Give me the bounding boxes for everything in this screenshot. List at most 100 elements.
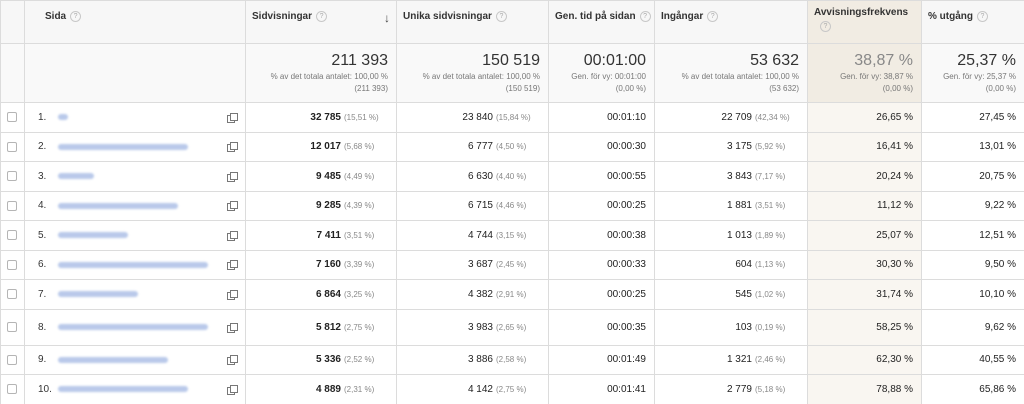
open-in-new-window-icon[interactable] xyxy=(227,171,238,182)
unique-percent: (4,40 %) xyxy=(496,171,527,181)
page-link[interactable] xyxy=(58,291,138,298)
exit-value: 27,45 % xyxy=(979,111,1016,123)
page-link[interactable] xyxy=(58,202,178,209)
row-checkbox[interactable] xyxy=(7,354,17,365)
row-checkbox[interactable] xyxy=(7,230,17,241)
entrances-cell: 22 709 (42,34 %) xyxy=(654,102,808,133)
row-checkbox[interactable] xyxy=(7,171,17,182)
row-checkbox[interactable] xyxy=(7,384,17,395)
row-checkbox[interactable] xyxy=(7,259,17,270)
open-in-new-window-icon[interactable] xyxy=(227,112,238,123)
page-cell: 5. xyxy=(24,220,246,251)
pageviews-percent: (15,51 %) xyxy=(344,112,379,122)
entrances-cell: 545 (1,02 %) xyxy=(654,279,808,310)
unique-cell: 4 142 (2,75 %) xyxy=(396,374,549,404)
unique-cell: 6 630 (4,40 %) xyxy=(396,161,549,192)
row-rank: 5. xyxy=(38,229,47,241)
header-entrances-label: Ingångar xyxy=(661,11,704,23)
bounce-value: 78,88 % xyxy=(876,383,913,395)
row-checkbox-cell[interactable] xyxy=(0,249,25,280)
row-checkbox[interactable] xyxy=(7,200,17,211)
page-link[interactable] xyxy=(58,356,168,363)
row-checkbox-cell[interactable] xyxy=(0,344,25,375)
sort-descending-icon[interactable]: ↓ xyxy=(384,11,390,25)
header-exit[interactable]: % utgång? xyxy=(921,0,1024,44)
pageviews-value: 5 812 xyxy=(315,321,341,333)
help-icon[interactable]: ? xyxy=(707,11,719,22)
pageviews-value: 6 864 xyxy=(315,288,341,300)
open-in-new-window-icon[interactable] xyxy=(227,289,238,300)
time-cell: 00:00:33 xyxy=(548,249,655,280)
help-icon[interactable]: ? xyxy=(316,11,328,22)
entrances-cell: 604 (1,13 %) xyxy=(654,249,808,280)
exit-value: 9,50 % xyxy=(984,259,1016,271)
row-checkbox[interactable] xyxy=(7,141,17,152)
page-link[interactable] xyxy=(58,386,188,393)
page-link[interactable] xyxy=(58,173,94,180)
header-pageviews[interactable]: ↓ Sidvisningar? xyxy=(245,0,397,44)
page-link[interactable] xyxy=(58,114,68,121)
pageviews-percent: (3,39 %) xyxy=(344,260,375,270)
time-value: 00:00:25 xyxy=(607,288,646,300)
header-page[interactable]: Sida? xyxy=(24,0,246,44)
header-bounce-rate[interactable]: Avvisningsfrekvens? xyxy=(807,0,922,44)
unique-percent: (15,84 %) xyxy=(496,112,531,122)
unique-cell: 23 840 (15,84 %) xyxy=(396,102,549,133)
exit-cell: 40,55 % xyxy=(921,344,1024,375)
table-row: 9. 5 336 (2,52 %) 3 886 (2,58 %) 00:01:49 1 32… xyxy=(0,344,1024,375)
row-rank: 8. xyxy=(38,321,47,333)
row-checkbox-cell[interactable] xyxy=(0,220,25,251)
row-checkbox[interactable] xyxy=(7,112,17,123)
row-checkbox-cell[interactable] xyxy=(0,131,25,162)
open-in-new-window-icon[interactable] xyxy=(227,355,238,366)
help-icon[interactable]: ? xyxy=(820,21,831,32)
open-in-new-window-icon[interactable] xyxy=(227,384,238,395)
page-link[interactable] xyxy=(58,323,208,330)
unique-value: 6 715 xyxy=(467,200,493,212)
pageviews-cell: 7 160 (3,39 %) xyxy=(245,249,397,280)
help-icon[interactable]: ? xyxy=(495,11,507,22)
row-rank: 7. xyxy=(38,288,47,300)
header-entrances[interactable]: Ingångar? xyxy=(654,0,808,44)
total-value: 38,87 % xyxy=(854,52,913,69)
row-checkbox-cell[interactable] xyxy=(0,374,25,404)
unique-percent: (2,75 %) xyxy=(496,384,527,394)
row-checkbox-cell[interactable] xyxy=(0,279,25,310)
unique-value: 23 840 xyxy=(462,111,493,123)
pageviews-value: 12 017 xyxy=(310,141,341,153)
unique-cell: 6 777 (4,50 %) xyxy=(396,131,549,162)
row-checkbox-cell[interactable] xyxy=(0,102,25,133)
page-link[interactable] xyxy=(58,261,208,268)
open-in-new-window-icon[interactable] xyxy=(227,260,238,271)
exit-value: 9,62 % xyxy=(984,321,1016,333)
open-in-new-window-icon[interactable] xyxy=(227,230,238,241)
help-icon[interactable]: ? xyxy=(639,11,651,22)
time-cell: 00:01:41 xyxy=(548,374,655,404)
help-icon[interactable]: ? xyxy=(977,11,988,22)
exit-value: 20,75 % xyxy=(979,170,1016,182)
row-checkbox-cell[interactable] xyxy=(0,161,25,192)
page-link[interactable] xyxy=(58,232,128,239)
help-icon[interactable]: ? xyxy=(70,11,82,22)
open-in-new-window-icon[interactable] xyxy=(227,322,238,333)
pageviews-value: 7 160 xyxy=(315,259,341,271)
exit-value: 9,22 % xyxy=(984,200,1016,212)
pageviews-value: 7 411 xyxy=(316,229,341,241)
total-value: 211 393 xyxy=(331,52,388,69)
unique-percent: (2,65 %) xyxy=(496,322,527,332)
row-checkbox-cell[interactable] xyxy=(0,308,25,346)
page-link[interactable] xyxy=(58,143,188,150)
row-checkbox[interactable] xyxy=(7,321,17,332)
header-unique-pageviews[interactable]: Unika sidvisningar? xyxy=(396,0,549,44)
bounce-cell: 78,88 % xyxy=(807,374,922,404)
bounce-cell: 26,65 % xyxy=(807,102,922,133)
exit-value: 40,55 % xyxy=(979,354,1016,366)
row-checkbox[interactable] xyxy=(7,289,17,300)
unique-cell: 3 983 (2,65 %) xyxy=(396,308,549,346)
header-avg-time[interactable]: Gen. tid på sidan? xyxy=(548,0,655,44)
time-value: 00:01:49 xyxy=(607,354,646,366)
open-in-new-window-icon[interactable] xyxy=(227,201,238,212)
exit-cell: 12,51 % xyxy=(921,220,1024,251)
open-in-new-window-icon[interactable] xyxy=(227,142,238,153)
row-checkbox-cell[interactable] xyxy=(0,190,25,221)
